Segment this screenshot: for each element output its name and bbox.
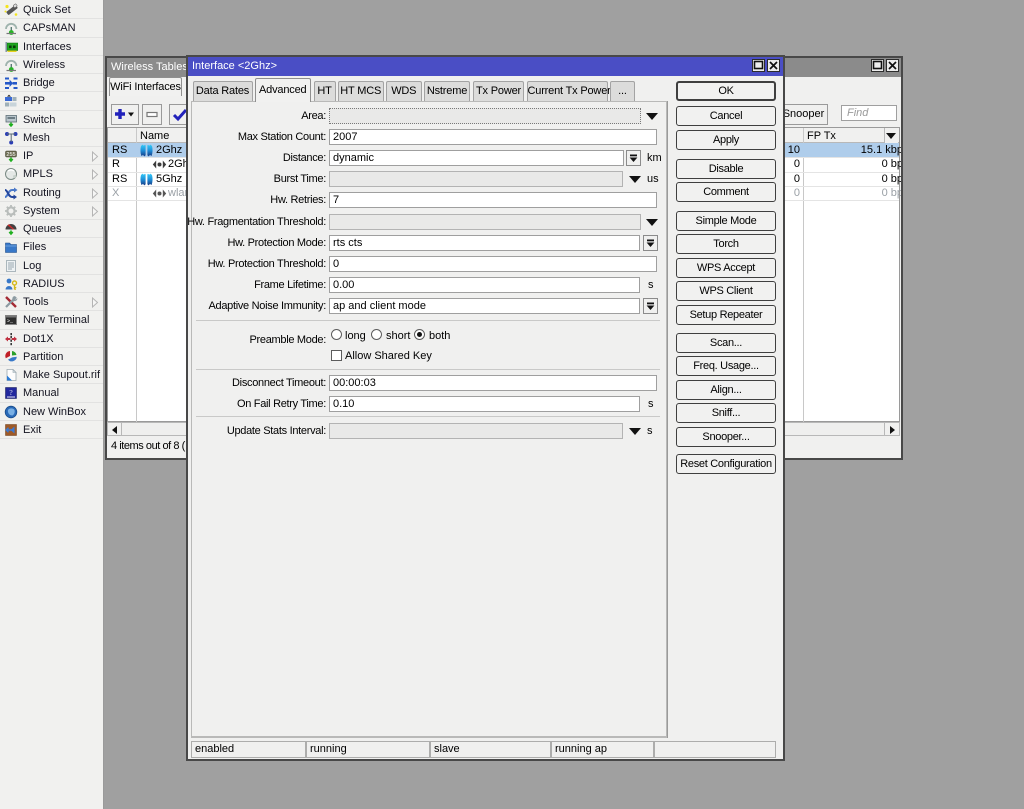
svg-text:255: 255 xyxy=(6,152,15,158)
svg-text:>_: >_ xyxy=(7,319,14,325)
